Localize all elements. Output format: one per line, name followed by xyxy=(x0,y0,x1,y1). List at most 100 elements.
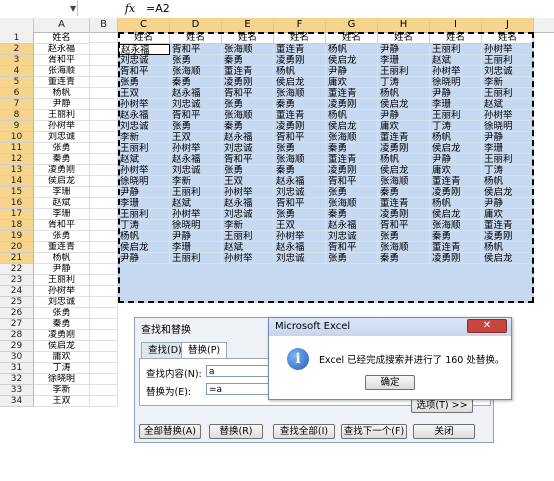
cell-a[interactable]: 张海顺 xyxy=(34,66,90,77)
column-header-c[interactable]: C xyxy=(118,18,170,32)
column-header-b[interactable]: B xyxy=(90,18,118,32)
column-header-i[interactable]: I xyxy=(430,18,482,32)
cell-b[interactable] xyxy=(90,32,118,43)
row-header[interactable]: 27 xyxy=(0,319,34,330)
cell-a[interactable]: 尹静 xyxy=(34,264,90,275)
row-header[interactable]: 11 xyxy=(0,143,34,154)
cell-b[interactable] xyxy=(90,77,118,88)
row-header[interactable]: 13 xyxy=(0,165,34,176)
cell-a[interactable]: 杨帆 xyxy=(34,253,90,264)
cell-a[interactable]: 胥和平 xyxy=(34,220,90,231)
column-header-j[interactable]: J xyxy=(482,18,534,32)
row-header[interactable]: 21 xyxy=(0,253,34,264)
row-header[interactable]: 32 xyxy=(0,374,34,385)
column-header-a[interactable]: A xyxy=(34,18,90,32)
cell-a[interactable]: 凌勇刚 xyxy=(34,165,90,176)
cell-b[interactable] xyxy=(90,385,118,396)
replace-all-button[interactable]: 全部替换(A) xyxy=(139,424,201,439)
cell-b[interactable] xyxy=(90,121,118,132)
options-button[interactable]: 选项(T) >> xyxy=(411,398,473,413)
cell-a[interactable]: 王丽利 xyxy=(34,275,90,286)
cell-b[interactable] xyxy=(90,220,118,231)
cell-a[interactable]: 秦勇 xyxy=(34,154,90,165)
cell-a[interactable]: 秦勇 xyxy=(34,319,90,330)
cell-b[interactable] xyxy=(90,308,118,319)
cell-b[interactable] xyxy=(90,66,118,77)
row-header[interactable]: 30 xyxy=(0,352,34,363)
row-header[interactable]: 19 xyxy=(0,231,34,242)
close-button[interactable]: 关闭 xyxy=(413,424,475,439)
cell-a[interactable]: 孙树举 xyxy=(34,286,90,297)
cell-b[interactable] xyxy=(90,363,118,374)
row-header[interactable]: 16 xyxy=(0,198,34,209)
row-header[interactable]: 28 xyxy=(0,330,34,341)
row-header[interactable]: 12 xyxy=(0,154,34,165)
cell-a[interactable]: 董连青 xyxy=(34,242,90,253)
row-header[interactable]: 4 xyxy=(0,66,34,77)
column-header-d[interactable]: D xyxy=(170,18,222,32)
column-header-g[interactable]: G xyxy=(326,18,378,32)
cell-a[interactable]: 张勇 xyxy=(34,231,90,242)
row-header[interactable]: 6 xyxy=(0,88,34,99)
ok-button[interactable]: 确定 xyxy=(365,375,415,390)
row-header[interactable]: 29 xyxy=(0,341,34,352)
row-header[interactable]: 15 xyxy=(0,187,34,198)
cell-b[interactable] xyxy=(90,286,118,297)
cell-b[interactable] xyxy=(90,352,118,363)
cell-a[interactable]: 刘忠诚 xyxy=(34,297,90,308)
chevron-down-icon[interactable]: ▼ xyxy=(70,1,78,16)
cell-a[interactable]: 张勇 xyxy=(34,308,90,319)
cell-b[interactable] xyxy=(90,44,118,55)
cell-b[interactable] xyxy=(90,264,118,275)
cell-b[interactable] xyxy=(90,187,118,198)
cell-a[interactable]: 凌勇刚 xyxy=(34,330,90,341)
cell-a[interactable]: 刘忠诚 xyxy=(34,132,90,143)
column-header-h[interactable]: H xyxy=(378,18,430,32)
cell-b[interactable] xyxy=(90,88,118,99)
row-header[interactable]: 17 xyxy=(0,209,34,220)
find-input[interactable]: a xyxy=(206,365,272,377)
cell-a[interactable]: 杨帆 xyxy=(34,88,90,99)
row-header[interactable]: 7 xyxy=(0,99,34,110)
function-icon[interactable]: fx xyxy=(118,0,142,18)
cell-a[interactable]: 李珊 xyxy=(34,187,90,198)
cell-b[interactable] xyxy=(90,319,118,330)
find-next-button[interactable]: 查找下一个(F) xyxy=(341,424,407,439)
cell-b[interactable] xyxy=(90,55,118,66)
cell-b[interactable] xyxy=(90,110,118,121)
name-box[interactable] xyxy=(0,1,78,16)
cell-a[interactable]: 李新 xyxy=(34,385,90,396)
tab-replace[interactable]: 替换(P) xyxy=(181,342,228,359)
cell-b[interactable] xyxy=(90,330,118,341)
row-header[interactable]: 5 xyxy=(0,77,34,88)
row-header[interactable]: 1 xyxy=(0,32,34,44)
cell-b[interactable] xyxy=(90,253,118,264)
cell-b[interactable] xyxy=(90,275,118,286)
row-header[interactable]: 24 xyxy=(0,286,34,297)
column-header-e[interactable]: E xyxy=(222,18,274,32)
cell-b[interactable] xyxy=(90,143,118,154)
replace-input[interactable]: =a xyxy=(206,383,272,395)
cell-b[interactable] xyxy=(90,176,118,187)
cell-a[interactable]: 赵永福 xyxy=(34,44,90,55)
cell-a[interactable]: 尹静 xyxy=(34,99,90,110)
row-header[interactable]: 3 xyxy=(0,55,34,66)
cell-b[interactable] xyxy=(90,396,118,407)
cell-a[interactable]: 赵斌 xyxy=(34,198,90,209)
cell-b[interactable] xyxy=(90,341,118,352)
cell-b[interactable] xyxy=(90,209,118,220)
formula-input[interactable]: =A2 xyxy=(146,0,170,18)
cell-b[interactable] xyxy=(90,154,118,165)
row-header[interactable]: 33 xyxy=(0,385,34,396)
row-header[interactable]: 34 xyxy=(0,396,34,407)
cell-b[interactable] xyxy=(90,242,118,253)
row-header[interactable]: 18 xyxy=(0,220,34,231)
cell-b[interactable] xyxy=(90,165,118,176)
row-header[interactable]: 23 xyxy=(0,275,34,286)
cell-a[interactable]: 庸欢 xyxy=(34,352,90,363)
cell-a[interactable]: 李珊 xyxy=(34,209,90,220)
cell-b[interactable] xyxy=(90,198,118,209)
replace-button[interactable]: 替换(R) xyxy=(209,424,263,439)
cell-a[interactable]: 侯启龙 xyxy=(34,176,90,187)
row-header[interactable]: 9 xyxy=(0,121,34,132)
